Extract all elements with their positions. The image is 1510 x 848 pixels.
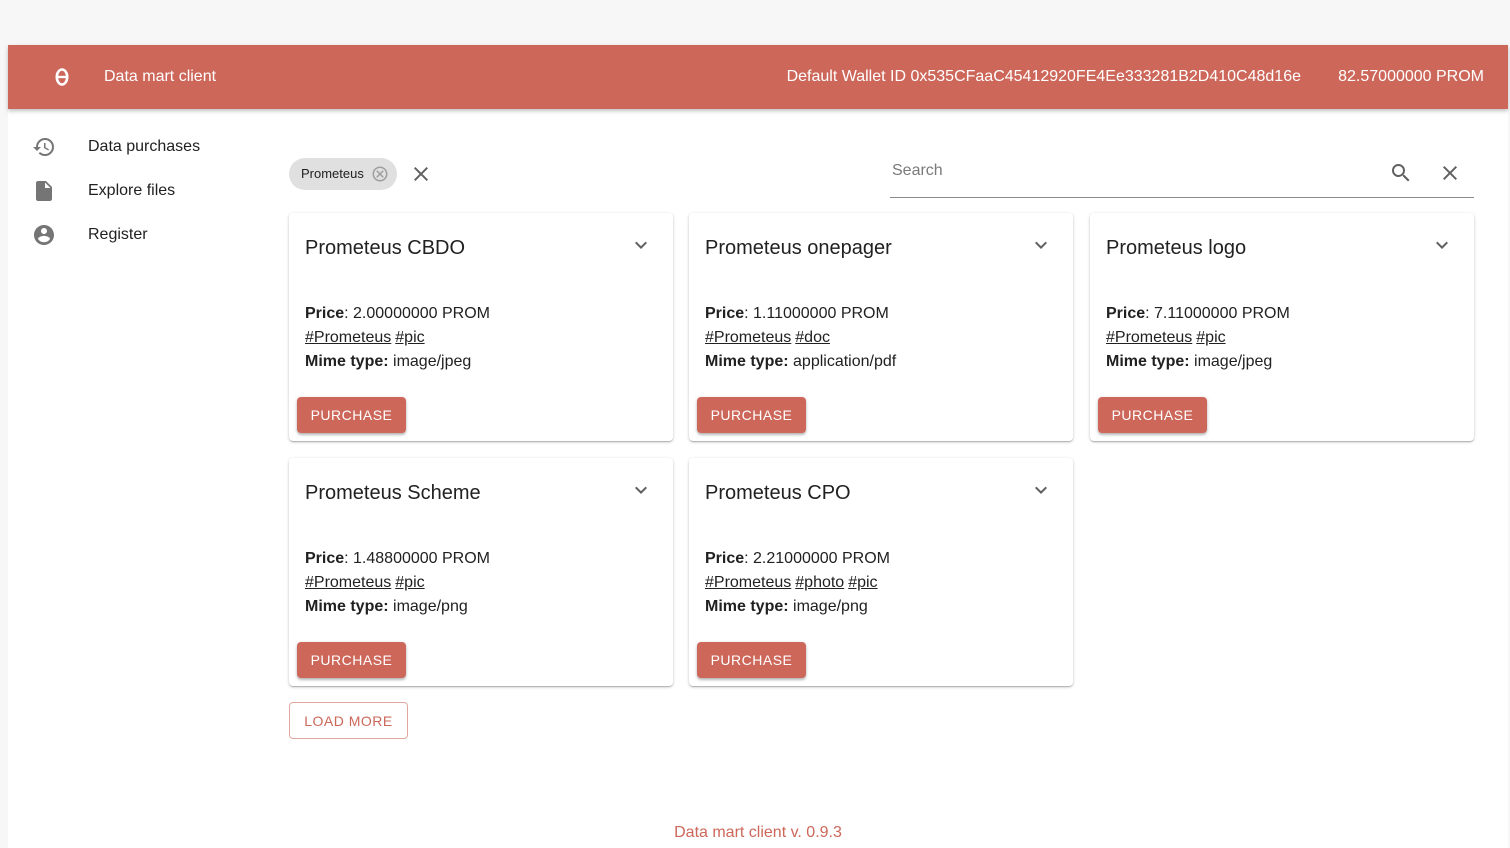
chevron-down-icon[interactable] bbox=[629, 233, 653, 257]
load-more-button[interactable]: LOAD MORE bbox=[289, 702, 408, 739]
app-bar: Data mart client Default Wallet ID 0x535… bbox=[8, 45, 1508, 109]
file-card: Prometeus CBDO Price: 2.00000000 PROM #P… bbox=[289, 213, 673, 441]
mime-value: image/jpeg bbox=[1189, 353, 1273, 370]
theta-logo-icon bbox=[55, 68, 69, 86]
price-value: : 1.11000000 PROM bbox=[744, 305, 889, 322]
footer-version: Data mart client v. 0.9.3 bbox=[674, 824, 842, 841]
mime-label: Mime type: bbox=[305, 353, 389, 370]
chevron-down-icon[interactable] bbox=[1430, 233, 1454, 257]
tag-link[interactable]: #pic bbox=[848, 574, 877, 591]
tag-link[interactable]: #Prometeus bbox=[705, 329, 791, 346]
file-card: Prometeus Scheme Price: 1.48800000 PROM … bbox=[289, 458, 673, 686]
tag-link[interactable]: #Prometeus bbox=[1106, 329, 1192, 346]
sidebar-item-label: Data purchases bbox=[88, 138, 201, 155]
search-input[interactable] bbox=[890, 155, 1374, 187]
card-title: Prometeus Scheme bbox=[305, 482, 481, 504]
purchase-button[interactable]: PURCHASE bbox=[697, 642, 806, 678]
sidebar: Data purchases Explore files Register bbox=[8, 125, 268, 257]
tag-link[interactable]: #Prometeus bbox=[305, 329, 391, 346]
sidebar-item-register[interactable]: Register bbox=[8, 213, 268, 257]
sidebar-item-explore-files[interactable]: Explore files bbox=[8, 169, 268, 213]
close-icon[interactable] bbox=[1438, 161, 1462, 185]
card-details: Price: 1.11000000 PROM #Prometeus #doc Mi… bbox=[705, 302, 896, 374]
card-details: Price: 2.00000000 PROM #Prometeus #pic Mi… bbox=[305, 302, 490, 374]
purchase-button[interactable]: PURCHASE bbox=[297, 397, 406, 433]
mime-label: Mime type: bbox=[705, 598, 789, 615]
wallet-id: Default Wallet ID 0x535CFaaC45412920FE4E… bbox=[786, 68, 1301, 85]
sidebar-item-label: Explore files bbox=[88, 182, 176, 199]
app-title: Data mart client bbox=[104, 68, 217, 85]
tag-link[interactable]: #photo bbox=[795, 574, 844, 591]
card-details: Price: 7.11000000 PROM #Prometeus #pic Mi… bbox=[1106, 302, 1290, 374]
purchase-button[interactable]: PURCHASE bbox=[697, 397, 806, 433]
sidebar-item-label: Register bbox=[88, 226, 148, 243]
close-icon[interactable] bbox=[409, 162, 433, 186]
file-icon bbox=[36, 181, 52, 201]
price-label: Price bbox=[305, 305, 345, 322]
price-label: Price bbox=[705, 305, 745, 322]
tag-link[interactable]: #pic bbox=[395, 329, 424, 346]
tag-link[interactable]: #doc bbox=[795, 329, 830, 346]
history-icon bbox=[33, 138, 54, 156]
card-title: Prometeus CBDO bbox=[305, 237, 466, 259]
purchase-button[interactable]: PURCHASE bbox=[297, 642, 406, 678]
tag-link[interactable]: #Prometeus bbox=[305, 574, 391, 591]
chevron-down-icon[interactable] bbox=[629, 478, 653, 502]
chevron-down-icon[interactable] bbox=[1029, 233, 1053, 257]
app-frame: Data mart client Default Wallet ID 0x535… bbox=[8, 45, 1508, 848]
mime-label: Mime type: bbox=[305, 598, 389, 615]
mime-value: image/jpeg bbox=[388, 353, 472, 370]
price-value: : 1.48800000 PROM bbox=[344, 550, 491, 567]
tag-link[interactable]: #pic bbox=[395, 574, 424, 591]
mime-value: application/pdf bbox=[788, 353, 897, 370]
price-label: Price bbox=[705, 550, 745, 567]
mime-value: image/png bbox=[388, 598, 468, 615]
filter-chip[interactable]: Prometeus bbox=[289, 158, 397, 190]
price-value: : 2.21000000 PROM bbox=[744, 550, 891, 567]
purchase-button[interactable]: PURCHASE bbox=[1098, 397, 1207, 433]
mime-label: Mime type: bbox=[1106, 353, 1190, 370]
price-value: : 7.11000000 PROM bbox=[1145, 305, 1290, 322]
mime-value: image/png bbox=[788, 598, 868, 615]
card-title: Prometeus onepager bbox=[705, 237, 892, 259]
price-label: Price bbox=[1106, 305, 1146, 322]
file-card: Prometeus CPO Price: 2.21000000 PROM #Pr… bbox=[689, 458, 1073, 686]
cancel-circle-icon[interactable] bbox=[371, 165, 389, 183]
file-card: Prometeus logo Price: 7.11000000 PROM #P… bbox=[1090, 213, 1474, 441]
chevron-down-icon[interactable] bbox=[1029, 478, 1053, 502]
search-field bbox=[890, 149, 1474, 198]
tag-link[interactable]: #pic bbox=[1196, 329, 1225, 346]
wallet-balance: 82.57000000 PROM bbox=[1338, 68, 1484, 85]
card-details: Price: 1.48800000 PROM #Prometeus #pic Mi… bbox=[305, 547, 490, 619]
search-icon[interactable] bbox=[1389, 161, 1413, 185]
price-label: Price bbox=[305, 550, 345, 567]
card-title: Prometeus logo bbox=[1106, 237, 1247, 259]
card-details: Price: 2.21000000 PROM #Prometeus #photo #… bbox=[705, 547, 890, 619]
file-card: Prometeus onepager Price: 1.11000000 PRO… bbox=[689, 213, 1073, 441]
tag-link[interactable]: #Prometeus bbox=[705, 574, 791, 591]
sidebar-item-data-purchases[interactable]: Data purchases bbox=[8, 125, 268, 169]
filter-chip-label: Prometeus bbox=[301, 166, 364, 181]
price-value: : 2.00000000 PROM bbox=[344, 305, 491, 322]
account-circle-icon bbox=[34, 225, 54, 245]
card-title: Prometeus CPO bbox=[705, 482, 851, 504]
mime-label: Mime type: bbox=[705, 353, 789, 370]
